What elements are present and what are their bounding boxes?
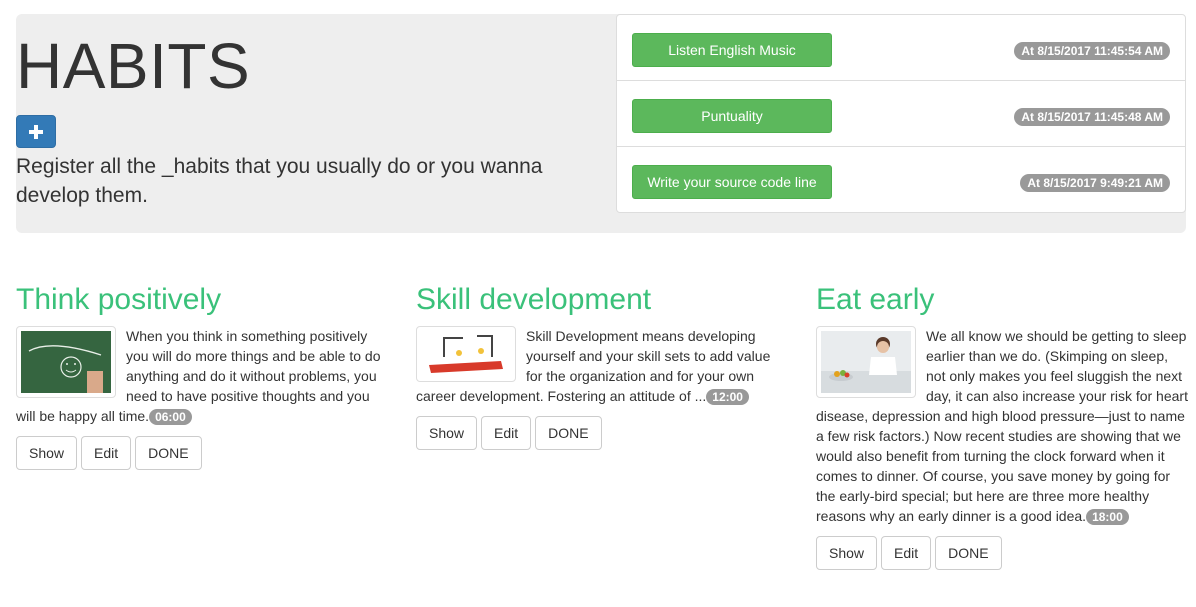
recent-habit-button[interactable]: Listen English Music	[632, 33, 832, 67]
plus-icon	[29, 124, 43, 139]
timestamp-badge: At 8/15/2017 11:45:48 AM	[1014, 108, 1170, 126]
hour-badge: 12:00	[706, 389, 749, 406]
habit-card: Think positively When you think in somet…	[16, 282, 388, 470]
show-button[interactable]: Show	[416, 416, 478, 450]
done-button[interactable]: DONE	[535, 416, 602, 450]
list-item: Write your source code line At 8/15/2017…	[617, 147, 1185, 213]
list-item: Puntuality At 8/15/2017 11:45:48 AM	[617, 81, 1185, 147]
habit-title[interactable]: Think positively	[16, 282, 388, 318]
woman-eating-image	[816, 326, 916, 398]
timestamp-badge: At 8/15/2017 9:49:21 AM	[1020, 174, 1170, 192]
page-title: HABITS	[16, 30, 251, 102]
edit-button[interactable]: Edit	[881, 536, 932, 570]
habit-actions: Show Edit DONE	[416, 406, 788, 450]
jumbotron: HABITS Register all the _habits that you…	[16, 14, 1186, 233]
page-lead: Register all the _habits that you usuall…	[16, 155, 543, 207]
think-positive-chalkboard-image	[16, 326, 116, 398]
recent-habit-button[interactable]: Puntuality	[632, 99, 832, 133]
recent-habit-button[interactable]: Write your source code line	[632, 165, 832, 199]
skills-construction-image	[416, 326, 516, 382]
done-button[interactable]: DONE	[135, 436, 202, 470]
edit-button[interactable]: Edit	[81, 436, 132, 470]
habit-card: Skill development Skill Development mean…	[416, 282, 788, 450]
show-button[interactable]: Show	[16, 436, 78, 470]
list-item: Listen English Music At 8/15/2017 11:45:…	[617, 15, 1185, 81]
hour-badge: 06:00	[149, 409, 192, 426]
recent-habits-list: Listen English Music At 8/15/2017 11:45:…	[616, 14, 1186, 213]
hour-badge: 18:00	[1086, 509, 1129, 526]
habit-actions: Show Edit DONE	[16, 426, 388, 470]
habit-actions: Show Edit DONE	[816, 526, 1188, 570]
habit-title[interactable]: Eat early	[816, 282, 1188, 318]
habit-card: Eat early We all know we should be getti…	[816, 282, 1188, 570]
show-button[interactable]: Show	[816, 536, 878, 570]
timestamp-badge: At 8/15/2017 11:45:54 AM	[1014, 42, 1170, 60]
add-habit-button[interactable]	[16, 115, 56, 148]
done-button[interactable]: DONE	[935, 536, 1002, 570]
habit-title[interactable]: Skill development	[416, 282, 788, 318]
edit-button[interactable]: Edit	[481, 416, 532, 450]
